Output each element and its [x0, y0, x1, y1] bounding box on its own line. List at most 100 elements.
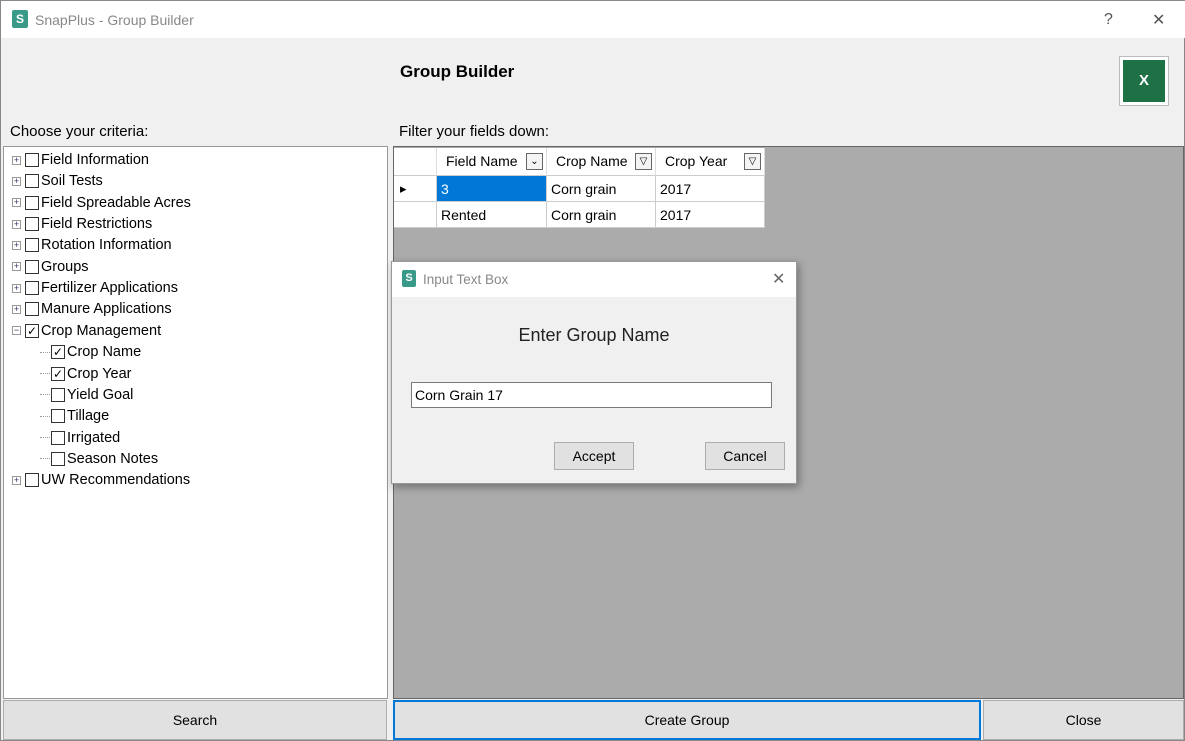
tree-item-label: Season Notes [67, 450, 159, 467]
tree-item-label: Rotation Information [41, 237, 172, 254]
tree-item-label: UW Recommendations [41, 472, 191, 489]
filter-icon[interactable]: ▽ [635, 153, 652, 170]
row-header[interactable] [394, 202, 437, 228]
tree-item-label: Groups [41, 258, 89, 275]
grid-cell[interactable]: 3 [437, 176, 547, 202]
tree-item[interactable]: + Field Information [12, 150, 149, 170]
create-group-button[interactable]: Create Group [393, 700, 981, 740]
checkbox[interactable] [25, 281, 39, 296]
window-title: SnapPlus - Group Builder [35, 12, 194, 28]
tree-line [40, 394, 50, 396]
checkbox[interactable] [25, 302, 39, 317]
expand-icon[interactable]: + [12, 155, 21, 165]
tree-item-label: Crop Name [67, 344, 142, 361]
checkbox[interactable]: ✓ [51, 366, 65, 381]
checkbox[interactable] [25, 473, 39, 488]
dialog-title: Input Text Box [423, 272, 509, 287]
export-excel-button[interactable]: X [1119, 56, 1169, 106]
column-header[interactable]: Field Name ⌄ [437, 148, 547, 176]
tree-item[interactable]: + Rotation Information [12, 235, 172, 255]
tree-item-label: Fertilizer Applications [41, 280, 178, 297]
grid-cell[interactable]: Rented [437, 202, 547, 228]
tree-child-item[interactable]: Irrigated [40, 428, 120, 448]
grid-cell[interactable]: 2017 [656, 202, 765, 228]
expand-icon[interactable]: + [12, 283, 21, 293]
tree-line [40, 415, 50, 417]
expand-icon[interactable]: + [12, 198, 21, 208]
tree-item[interactable]: + Fertilizer Applications [12, 278, 178, 298]
grid-corner [394, 148, 437, 176]
expand-icon[interactable]: + [12, 262, 21, 272]
checkbox[interactable] [25, 217, 39, 232]
tree-line [40, 373, 50, 374]
expand-icon[interactable]: + [12, 475, 21, 485]
tree-item[interactable]: + Soil Tests [12, 171, 103, 191]
tree-item-label: Tillage [67, 408, 110, 425]
tree-line [40, 458, 50, 460]
grid-cell[interactable]: Corn grain [547, 202, 656, 228]
checkbox[interactable] [25, 174, 39, 189]
checkbox[interactable]: ✓ [25, 323, 39, 338]
tree-item-label: Crop Management [41, 322, 162, 339]
expand-icon[interactable]: + [12, 219, 21, 229]
column-header[interactable]: Crop Name ▽ [547, 148, 656, 176]
app-logo-icon: S [12, 10, 28, 28]
tree-child-item[interactable]: Season Notes [40, 449, 158, 469]
cancel-button[interactable]: Cancel [705, 442, 785, 470]
tree-item-label: Irrigated [67, 429, 121, 446]
tree-item-label: Yield Goal [67, 386, 134, 403]
grid-cell[interactable]: Corn grain [547, 176, 656, 202]
column-header-label: Field Name [446, 153, 518, 169]
close-window-button[interactable]: ✕ [1152, 10, 1165, 30]
title-bar: S SnapPlus - Group Builder ? ✕ [1, 1, 1185, 38]
tree-item-label: Field Restrictions [41, 216, 153, 233]
input-dialog: S Input Text Box ✕ Enter Group Name Acce… [391, 261, 797, 484]
dialog-prompt: Enter Group Name [518, 325, 670, 345]
checkbox[interactable] [25, 238, 39, 253]
row-header[interactable]: ▸ [394, 176, 437, 202]
filter-label: Filter your fields down: [399, 123, 550, 140]
tree-item[interactable]: − ✓ Crop Management [12, 321, 161, 341]
tree-item[interactable]: + UW Recommendations [12, 470, 190, 490]
search-button[interactable]: Search [3, 700, 387, 740]
tree-child-item[interactable]: ✓ Crop Name [40, 342, 141, 362]
tree-child-item[interactable]: ✓ Crop Year [40, 364, 132, 384]
checkbox[interactable] [51, 430, 65, 445]
column-header[interactable]: Crop Year ▽ [656, 148, 765, 176]
tree-child-item[interactable]: Yield Goal [40, 385, 133, 405]
excel-icon: X [1123, 60, 1165, 102]
dialog-title-bar: S Input Text Box ✕ [392, 262, 796, 297]
close-button[interactable]: Close [983, 700, 1184, 740]
tree-item-label: Soil Tests [41, 173, 103, 190]
tree-item[interactable]: + Field Spreadable Acres [12, 193, 191, 213]
sort-dropdown-icon[interactable]: ⌄ [526, 153, 543, 170]
grid-cell[interactable]: 2017 [656, 176, 765, 202]
group-name-input[interactable] [411, 382, 772, 408]
accept-button[interactable]: Accept [554, 442, 634, 470]
filter-icon[interactable]: ▽ [744, 153, 761, 170]
expand-icon[interactable]: + [12, 240, 21, 250]
dialog-close-button[interactable]: ✕ [772, 269, 785, 289]
checkbox[interactable] [25, 153, 39, 167]
tree-item[interactable]: + Manure Applications [12, 299, 172, 319]
help-button[interactable]: ? [1104, 11, 1113, 29]
column-header-label: Crop Name [556, 153, 628, 169]
criteria-label: Choose your criteria: [10, 123, 149, 140]
expand-icon[interactable]: + [12, 176, 21, 186]
tree-item-label: Field Spreadable Acres [41, 194, 191, 211]
checkbox[interactable] [51, 387, 65, 402]
expand-icon[interactable]: + [12, 304, 21, 314]
tree-line [40, 437, 50, 439]
checkbox[interactable]: ✓ [51, 345, 65, 360]
checkbox[interactable] [51, 451, 65, 466]
tree-child-item[interactable]: Tillage [40, 406, 109, 426]
tree-item[interactable]: + Field Restrictions [12, 214, 152, 234]
tree-item-label: Crop Year [67, 365, 132, 382]
checkbox[interactable] [25, 195, 39, 210]
collapse-icon[interactable]: − [12, 326, 21, 336]
tree-item[interactable]: + Groups [12, 257, 89, 277]
checkbox[interactable] [25, 259, 39, 274]
tree-line [40, 351, 50, 353]
criteria-tree[interactable]: + Field Information + Soil Tests + Field Spre… [3, 146, 388, 699]
checkbox[interactable] [51, 409, 65, 424]
